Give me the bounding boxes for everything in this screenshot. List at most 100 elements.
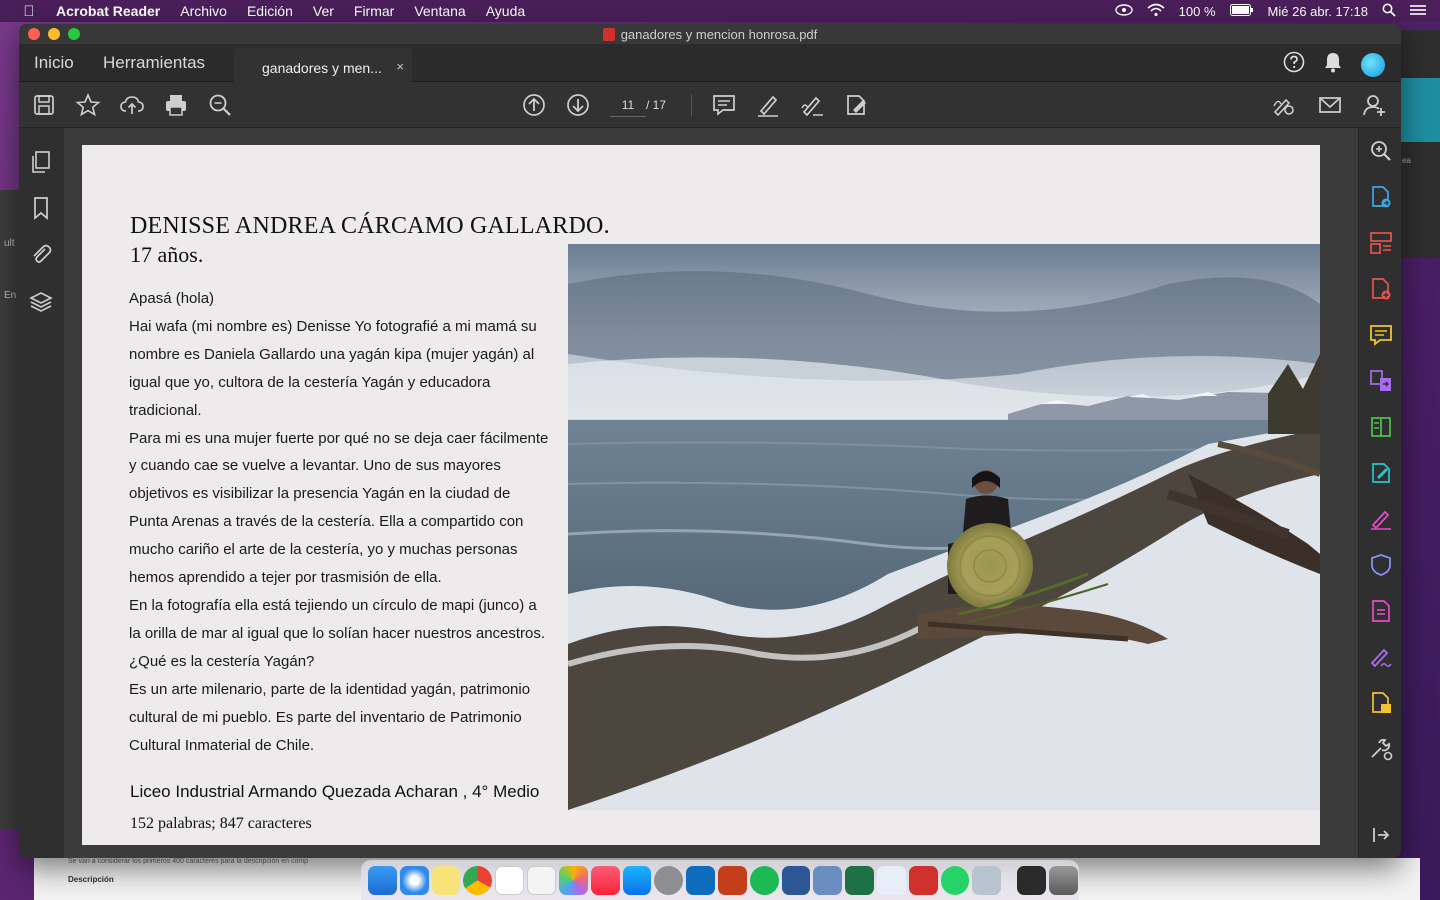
comment-tool-icon[interactable] — [1368, 322, 1394, 348]
zoom-search-icon[interactable] — [207, 92, 233, 118]
page-thumbnails-icon[interactable] — [29, 150, 53, 174]
text-line: y cuando cae se vuelve a levantar. Uno d… — [129, 457, 501, 475]
text-line: ¿Qué es la cestería Yagán? — [129, 652, 315, 670]
description-text: Apasá (hola) Hai wafa (mi nombre es) Den… — [129, 285, 569, 759]
comment-icon[interactable] — [711, 92, 737, 118]
page-number-input[interactable]: 11 — [610, 93, 646, 117]
menu-ventana[interactable]: Ventana — [414, 3, 465, 19]
preview-icon[interactable] — [813, 865, 843, 895]
request-signature-icon[interactable] — [1368, 644, 1394, 670]
left-navigation-rail: ◀ — [19, 128, 77, 858]
word-icon[interactable] — [781, 865, 811, 895]
acrobat-dock-icon[interactable] — [908, 865, 938, 895]
next-page-icon[interactable] — [565, 92, 591, 118]
share-user-icon[interactable] — [1361, 92, 1387, 118]
menu-archivo[interactable]: Archivo — [180, 3, 227, 19]
bookmark-icon[interactable] — [29, 196, 53, 220]
layers-icon[interactable] — [29, 290, 53, 314]
highlight-pen-icon[interactable] — [755, 92, 781, 118]
apple-icon[interactable]:  — [18, 3, 40, 20]
photos-icon[interactable] — [558, 865, 588, 895]
control-center-icon[interactable] — [1410, 4, 1426, 19]
system-preferences-icon[interactable] — [654, 865, 684, 895]
menu-edicion[interactable]: Edición — [247, 3, 293, 19]
chrome-icon[interactable] — [463, 865, 493, 895]
outlook-icon[interactable] — [686, 865, 715, 895]
spotify-icon[interactable] — [749, 865, 779, 895]
text-line: mucho cariño el arte de la cestería, yo … — [129, 541, 518, 559]
tab-inicio[interactable]: Inicio — [34, 53, 74, 73]
document-canvas[interactable]: DENISSE ANDREA CÁRCAMO GALLARDO. 17 años… — [64, 128, 1358, 858]
previous-page-icon[interactable] — [521, 92, 547, 118]
link-sign-icon[interactable] — [1271, 92, 1297, 118]
scan-ocr-icon[interactable] — [1368, 414, 1394, 440]
text-line: Es un arte milenario, parte de la identi… — [129, 680, 531, 698]
background-text: En — [4, 290, 17, 301]
menu-ver[interactable]: Ver — [313, 3, 334, 19]
notifications-bell-icon[interactable] — [1323, 51, 1343, 78]
whatsapp-icon[interactable] — [940, 865, 970, 895]
text-line: la orilla de mar al igual que lo solían … — [129, 624, 546, 642]
tab-document[interactable]: ganadores y men... × — [234, 48, 412, 82]
print-icon[interactable] — [163, 92, 189, 118]
account-avatar[interactable] — [1361, 52, 1385, 77]
tab-herramientas[interactable]: Herramientas — [103, 53, 205, 73]
prepare-form-icon[interactable] — [1368, 598, 1394, 624]
collapse-tools-panel-icon[interactable] — [1368, 822, 1394, 848]
close-window-button[interactable] — [28, 28, 40, 40]
edit-pdf-tool-icon[interactable] — [1368, 460, 1394, 486]
organize-pages-icon[interactable] — [1368, 230, 1394, 256]
protect-shield-icon[interactable] — [1368, 552, 1394, 578]
creative-cloud-icon[interactable] — [1114, 3, 1133, 19]
email-icon[interactable] — [1317, 92, 1343, 118]
participant-age: 17 años. — [130, 242, 204, 267]
menu-ayuda[interactable]: Ayuda — [486, 3, 525, 19]
tab-document-label: ganadores y men... — [262, 60, 382, 76]
bluetooth-icon[interactable] — [877, 865, 906, 895]
create-pdf-icon[interactable] — [1368, 276, 1394, 302]
image-capture-icon[interactable] — [972, 865, 1002, 895]
music-icon[interactable] — [590, 865, 620, 895]
trash-icon[interactable] — [1049, 865, 1078, 895]
save-icon[interactable] — [31, 92, 57, 118]
edit-pdf-icon[interactable] — [843, 92, 869, 118]
background-text: ea — [1402, 156, 1411, 165]
export-pdf-icon[interactable] — [1368, 184, 1394, 210]
minimize-window-button[interactable] — [48, 28, 60, 40]
fill-sign-icon[interactable] — [799, 92, 825, 118]
fill-and-sign-tool-icon[interactable] — [1368, 506, 1394, 532]
pdf-page: DENISSE ANDREA CÁRCAMO GALLARDO. 17 años… — [82, 145, 1320, 845]
clock[interactable]: Mié 26 abr. 17:18 — [1268, 4, 1368, 19]
safari-icon[interactable] — [399, 865, 429, 895]
more-tools-icon[interactable] — [1368, 736, 1394, 762]
finder-icon[interactable] — [368, 865, 397, 895]
page-total: / 17 — [646, 98, 667, 112]
background-text: Se van a considerar los primeros 400 car… — [68, 858, 309, 865]
excel-icon[interactable] — [845, 865, 875, 895]
window-titlebar[interactable]: ganadores y mencion honrosa.pdf — [19, 24, 1401, 44]
help-icon[interactable] — [1283, 51, 1305, 78]
terminal-icon[interactable] — [1017, 865, 1047, 895]
wifi-icon[interactable] — [1147, 3, 1165, 20]
attachment-icon[interactable] — [29, 242, 53, 266]
notes-icon[interactable] — [431, 865, 461, 895]
dock — [361, 860, 1079, 900]
battery-icon[interactable] — [1229, 3, 1254, 19]
zoom-icon[interactable] — [1368, 138, 1394, 164]
app-store-icon[interactable] — [622, 865, 652, 895]
word-count: 152 palabras; 847 caracteres — [130, 815, 312, 832]
menu-firmar[interactable]: Firmar — [354, 3, 394, 19]
menu-app[interactable]: Acrobat Reader — [56, 3, 160, 19]
background-text: ult — [4, 238, 15, 249]
upload-cloud-icon[interactable] — [119, 92, 145, 118]
close-tab-icon[interactable]: × — [396, 59, 404, 74]
calendar-icon[interactable] — [495, 865, 525, 895]
zoom-window-button[interactable] — [68, 28, 80, 40]
combine-files-icon[interactable] — [1368, 368, 1394, 394]
send-for-review-icon[interactable] — [1368, 690, 1394, 716]
spotlight-icon[interactable] — [1382, 3, 1396, 20]
reminders-icon[interactable] — [527, 865, 556, 895]
star-icon[interactable] — [75, 92, 101, 118]
text-line: nombre es Daniela Gallardo una yagán kip… — [129, 345, 535, 363]
powerpoint-icon[interactable] — [717, 865, 747, 895]
